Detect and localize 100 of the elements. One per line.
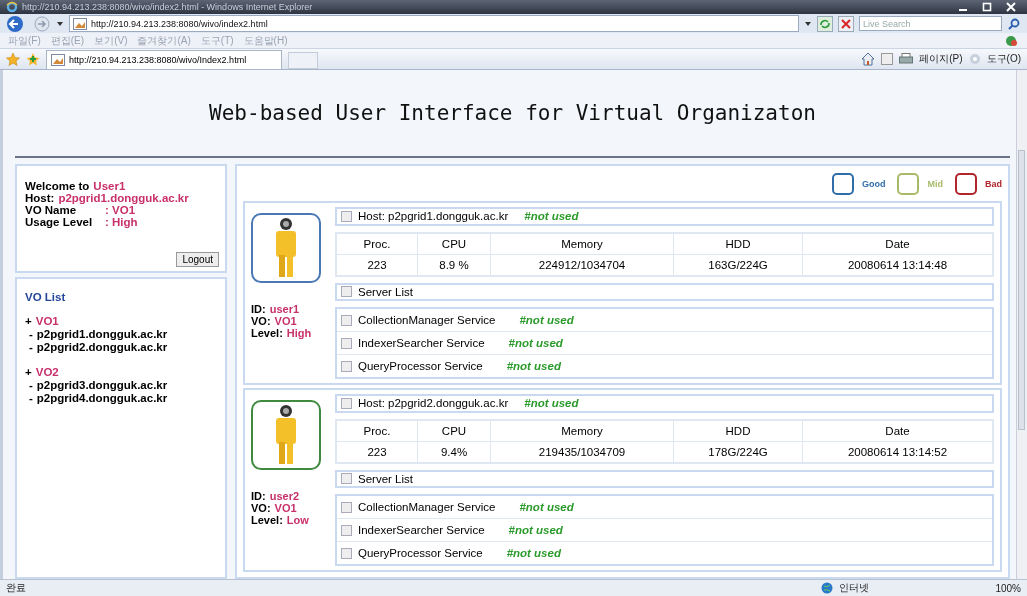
field-value: user2 — [269, 490, 300, 502]
zone-label: 인터넷 — [839, 581, 870, 595]
field-value: p2pgrid1.dongguk.ac.kr — [58, 192, 189, 204]
column-header: Proc. — [336, 232, 418, 254]
field-label: Welcome to — [25, 180, 90, 192]
checkbox[interactable] — [341, 337, 352, 349]
new-tab-button[interactable] — [288, 52, 318, 69]
column-header: CPU — [417, 232, 491, 254]
address-field[interactable]: http://210.94.213.238:8080/wivo/index2.html — [69, 15, 799, 32]
forward-button[interactable] — [33, 14, 51, 33]
field-value: User1 — [93, 180, 126, 192]
host-link[interactable]: p2pgrid2.dongguk.ac.kr — [36, 341, 168, 354]
field-value: VO1 — [274, 315, 297, 327]
status-text: #not used — [508, 524, 563, 536]
service-name: IndexerSearcher Service — [358, 524, 485, 536]
maximize-icon[interactable] — [982, 2, 992, 12]
host-link[interactable]: p2pgrid3.dongguk.ac.kr — [36, 379, 168, 392]
search-field[interactable]: Live Search — [859, 16, 1002, 31]
column-header: HDD — [673, 419, 803, 441]
page-menu[interactable]: 페이지(P) — [919, 52, 963, 66]
service-name: QueryProcessor Service — [358, 360, 483, 372]
host-label: Host: p2pgrid1.dongguk.ac.kr — [358, 210, 509, 223]
column-header: CPU — [417, 419, 491, 441]
browser-logo-icon — [6, 1, 18, 13]
refresh-icon[interactable] — [817, 15, 833, 32]
server-list-label: Server List — [358, 285, 413, 298]
service-name: QueryProcessor Service — [358, 547, 483, 559]
checkbox[interactable] — [341, 524, 352, 536]
column-header: Memory — [490, 232, 674, 254]
checkbox[interactable] — [341, 314, 352, 326]
star-icon[interactable] — [6, 52, 20, 66]
status-text: #not used — [519, 314, 574, 326]
vo-list-title: VO List — [25, 291, 67, 303]
search-icon[interactable] — [1007, 16, 1021, 31]
field-label: VO: — [251, 502, 271, 514]
status-text: #not used — [524, 210, 579, 223]
field-label: Level: — [251, 514, 283, 526]
checkbox[interactable] — [341, 286, 352, 298]
field-label: Host: — [25, 192, 55, 204]
add-favorite-icon[interactable] — [26, 52, 40, 66]
printer-icon[interactable] — [899, 53, 914, 65]
logout-button[interactable]: Logout — [176, 252, 219, 267]
column-header: Memory — [490, 419, 674, 441]
expand-marker[interactable]: + — [25, 315, 32, 328]
field-label: Usage Level — [25, 216, 94, 228]
status-text: #not used — [519, 501, 574, 513]
status-text: #not used — [508, 337, 563, 349]
host-link[interactable]: p2pgrid4.dongguk.ac.kr — [36, 392, 168, 405]
legend-label: Good — [862, 179, 886, 189]
service-name: CollectionManager Service — [358, 314, 496, 326]
server-list-label: Server List — [358, 472, 413, 485]
legend-label: Bad — [985, 179, 1002, 189]
checkbox[interactable] — [341, 210, 352, 222]
legend-label: Mid — [927, 179, 943, 189]
field-value: High — [286, 327, 312, 339]
status-text: 완료 — [6, 581, 26, 595]
field-value: : VO1 — [105, 204, 136, 216]
column-header: HDD — [673, 232, 803, 254]
checkbox[interactable] — [341, 473, 352, 485]
field-label: VO: — [251, 315, 271, 327]
checkbox[interactable] — [341, 547, 352, 559]
zoom-control[interactable]: 100% — [995, 582, 1021, 594]
dropdown-icon[interactable] — [804, 20, 812, 27]
field-value: user1 — [269, 303, 300, 315]
page-icon — [73, 17, 87, 30]
field-label: ID: — [251, 490, 266, 502]
close-icon[interactable] — [1006, 2, 1016, 12]
page-heading: Web-based User Interface for Virtual Organizaton — [15, 70, 1010, 158]
vo-name[interactable]: VO1 — [35, 315, 59, 328]
dropdown-icon[interactable] — [56, 20, 64, 27]
field-value: Low — [286, 514, 309, 526]
expand-marker[interactable]: + — [25, 366, 32, 379]
globe-icon — [821, 582, 834, 594]
status-text: #not used — [506, 360, 561, 372]
column-header: Proc. — [336, 419, 418, 441]
browser-tab[interactable]: http://210.94.213.238:8080/wivo/Index2.html — [46, 50, 282, 69]
stop-icon[interactable] — [838, 15, 854, 32]
page-icon — [51, 54, 65, 66]
field-value: : High — [105, 216, 138, 228]
tools-menu[interactable]: 도구(O) — [986, 52, 1021, 66]
field-value: VO1 — [274, 502, 297, 514]
checkbox[interactable] — [341, 360, 352, 372]
vo-name[interactable]: VO2 — [35, 366, 59, 379]
checkbox[interactable] — [341, 397, 352, 409]
field-label: VO Name — [25, 204, 78, 216]
service-name: IndexerSearcher Service — [358, 337, 485, 349]
list-marker: - — [29, 328, 33, 341]
host-link[interactable]: p2pgrid1.dongguk.ac.kr — [36, 328, 168, 341]
checkbox[interactable] — [341, 501, 352, 513]
scrollbar-thumb[interactable] — [1018, 150, 1025, 430]
list-marker: - — [29, 392, 33, 405]
window-title: http://210.94.213.238:8080/wivo/index2.html - Windows Internet Explorer — [22, 2, 313, 12]
home-icon[interactable] — [861, 52, 876, 66]
status-text: #not used — [506, 547, 561, 559]
service-name: CollectionManager Service — [358, 501, 496, 513]
host-label: Host: p2pgrid2.dongguk.ac.kr — [358, 397, 509, 410]
list-marker: - — [29, 379, 33, 392]
status-text: #not used — [524, 397, 579, 410]
toolbar-icon[interactable] — [1005, 34, 1019, 47]
scrollbar[interactable] — [1016, 70, 1027, 579]
